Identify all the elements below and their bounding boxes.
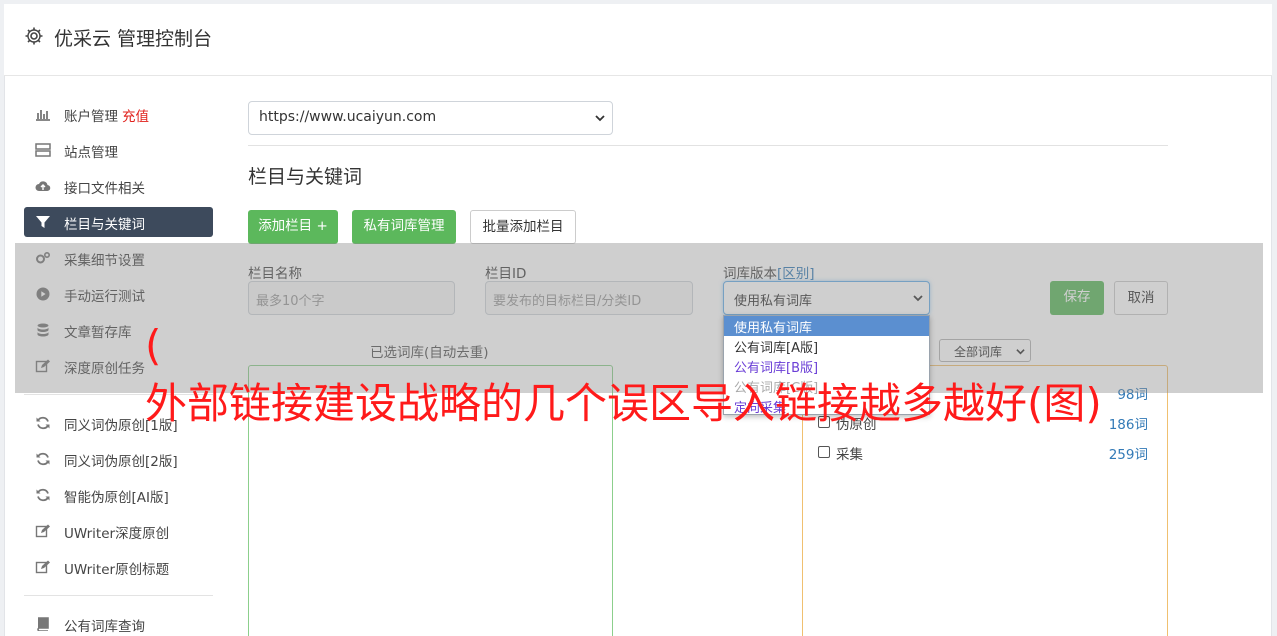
sidebar-item-uwriter-title[interactable]: UWriter原创标题 bbox=[24, 552, 213, 582]
section-divider bbox=[248, 145, 1168, 146]
dropdown-option[interactable]: 使用私有词库 bbox=[724, 316, 929, 336]
lib-count: 186词 bbox=[1108, 417, 1148, 433]
sidebar-item-ai-original[interactable]: 智能伪原创[AI版] bbox=[24, 480, 213, 510]
site-select-value: https://www.ucaiyun.com bbox=[259, 109, 437, 125]
lib-checkbox[interactable] bbox=[818, 446, 830, 458]
sidebar-item-synonym-v2[interactable]: 同义词伪原创[2版] bbox=[24, 444, 213, 474]
refresh-icon bbox=[36, 488, 50, 502]
add-column-button[interactable]: 添加栏目 + bbox=[248, 210, 338, 244]
refresh-icon bbox=[36, 452, 50, 466]
watermark-text: 外部链接建设战略的几个误区导入链接越多越好(图) bbox=[145, 379, 1102, 428]
sidebar-item-label: 智能伪原创[AI版] bbox=[64, 490, 169, 506]
site-select[interactable]: https://www.ucaiyun.com bbox=[248, 101, 613, 135]
sidebar-item-label: 账户管理 bbox=[64, 109, 118, 125]
sidebar-item-public-lib[interactable]: 公有词库查询 bbox=[24, 609, 213, 636]
sidebar-item-label: 公有词库查询 bbox=[64, 619, 145, 635]
server-icon bbox=[35, 143, 51, 157]
overlay-band bbox=[15, 243, 1263, 393]
edit-icon bbox=[35, 524, 50, 538]
filter-icon bbox=[36, 216, 50, 228]
sidebar-item-label: 站点管理 bbox=[64, 145, 118, 161]
sidebar-item-label: UWriter深度原创 bbox=[64, 526, 170, 542]
watermark-paren: ( bbox=[145, 321, 162, 370]
sidebar-divider bbox=[24, 595, 213, 596]
refresh-icon bbox=[36, 416, 50, 430]
recharge-link[interactable]: 充值 bbox=[122, 109, 149, 125]
edit-icon bbox=[35, 560, 50, 574]
lib-name: 采集 bbox=[836, 447, 863, 463]
bar-chart-icon bbox=[36, 110, 50, 121]
sidebar-item-columns[interactable]: 栏目与关键词 bbox=[24, 207, 213, 237]
private-lib-button[interactable]: 私有词库管理 bbox=[352, 210, 456, 244]
sidebar-item-account[interactable]: 账户管理 充值 bbox=[24, 99, 213, 129]
lib-item[interactable]: 采集 259词 bbox=[818, 443, 1148, 463]
lib-count: 259词 bbox=[1108, 447, 1148, 463]
sidebar-item-uwriter-deep[interactable]: UWriter深度原创 bbox=[24, 516, 213, 546]
sidebar-item-label: 接口文件相关 bbox=[64, 181, 145, 197]
top-bar: 优采云 管理控制台 bbox=[4, 4, 1272, 76]
sidebar-item-label: 栏目与关键词 bbox=[64, 217, 145, 233]
cloud-upload-icon bbox=[35, 181, 51, 192]
gear-icon bbox=[25, 27, 43, 45]
section-title: 栏目与关键词 bbox=[248, 166, 363, 188]
sidebar-item-interface[interactable]: 接口文件相关 bbox=[24, 171, 213, 201]
sidebar-item-sites[interactable]: 站点管理 bbox=[24, 135, 213, 165]
sidebar-item-label: UWriter原创标题 bbox=[64, 562, 170, 578]
batch-add-button[interactable]: 批量添加栏目 bbox=[470, 210, 576, 244]
dropdown-option[interactable]: 公有词库[A版] bbox=[724, 336, 929, 356]
book-icon bbox=[37, 617, 49, 631]
app-title: 优采云 管理控制台 bbox=[54, 28, 213, 50]
sidebar-item-label: 同义词伪原创[2版] bbox=[64, 454, 178, 470]
dropdown-option[interactable]: 公有词库[B版] bbox=[724, 356, 929, 376]
chevron-down-icon bbox=[595, 115, 605, 122]
